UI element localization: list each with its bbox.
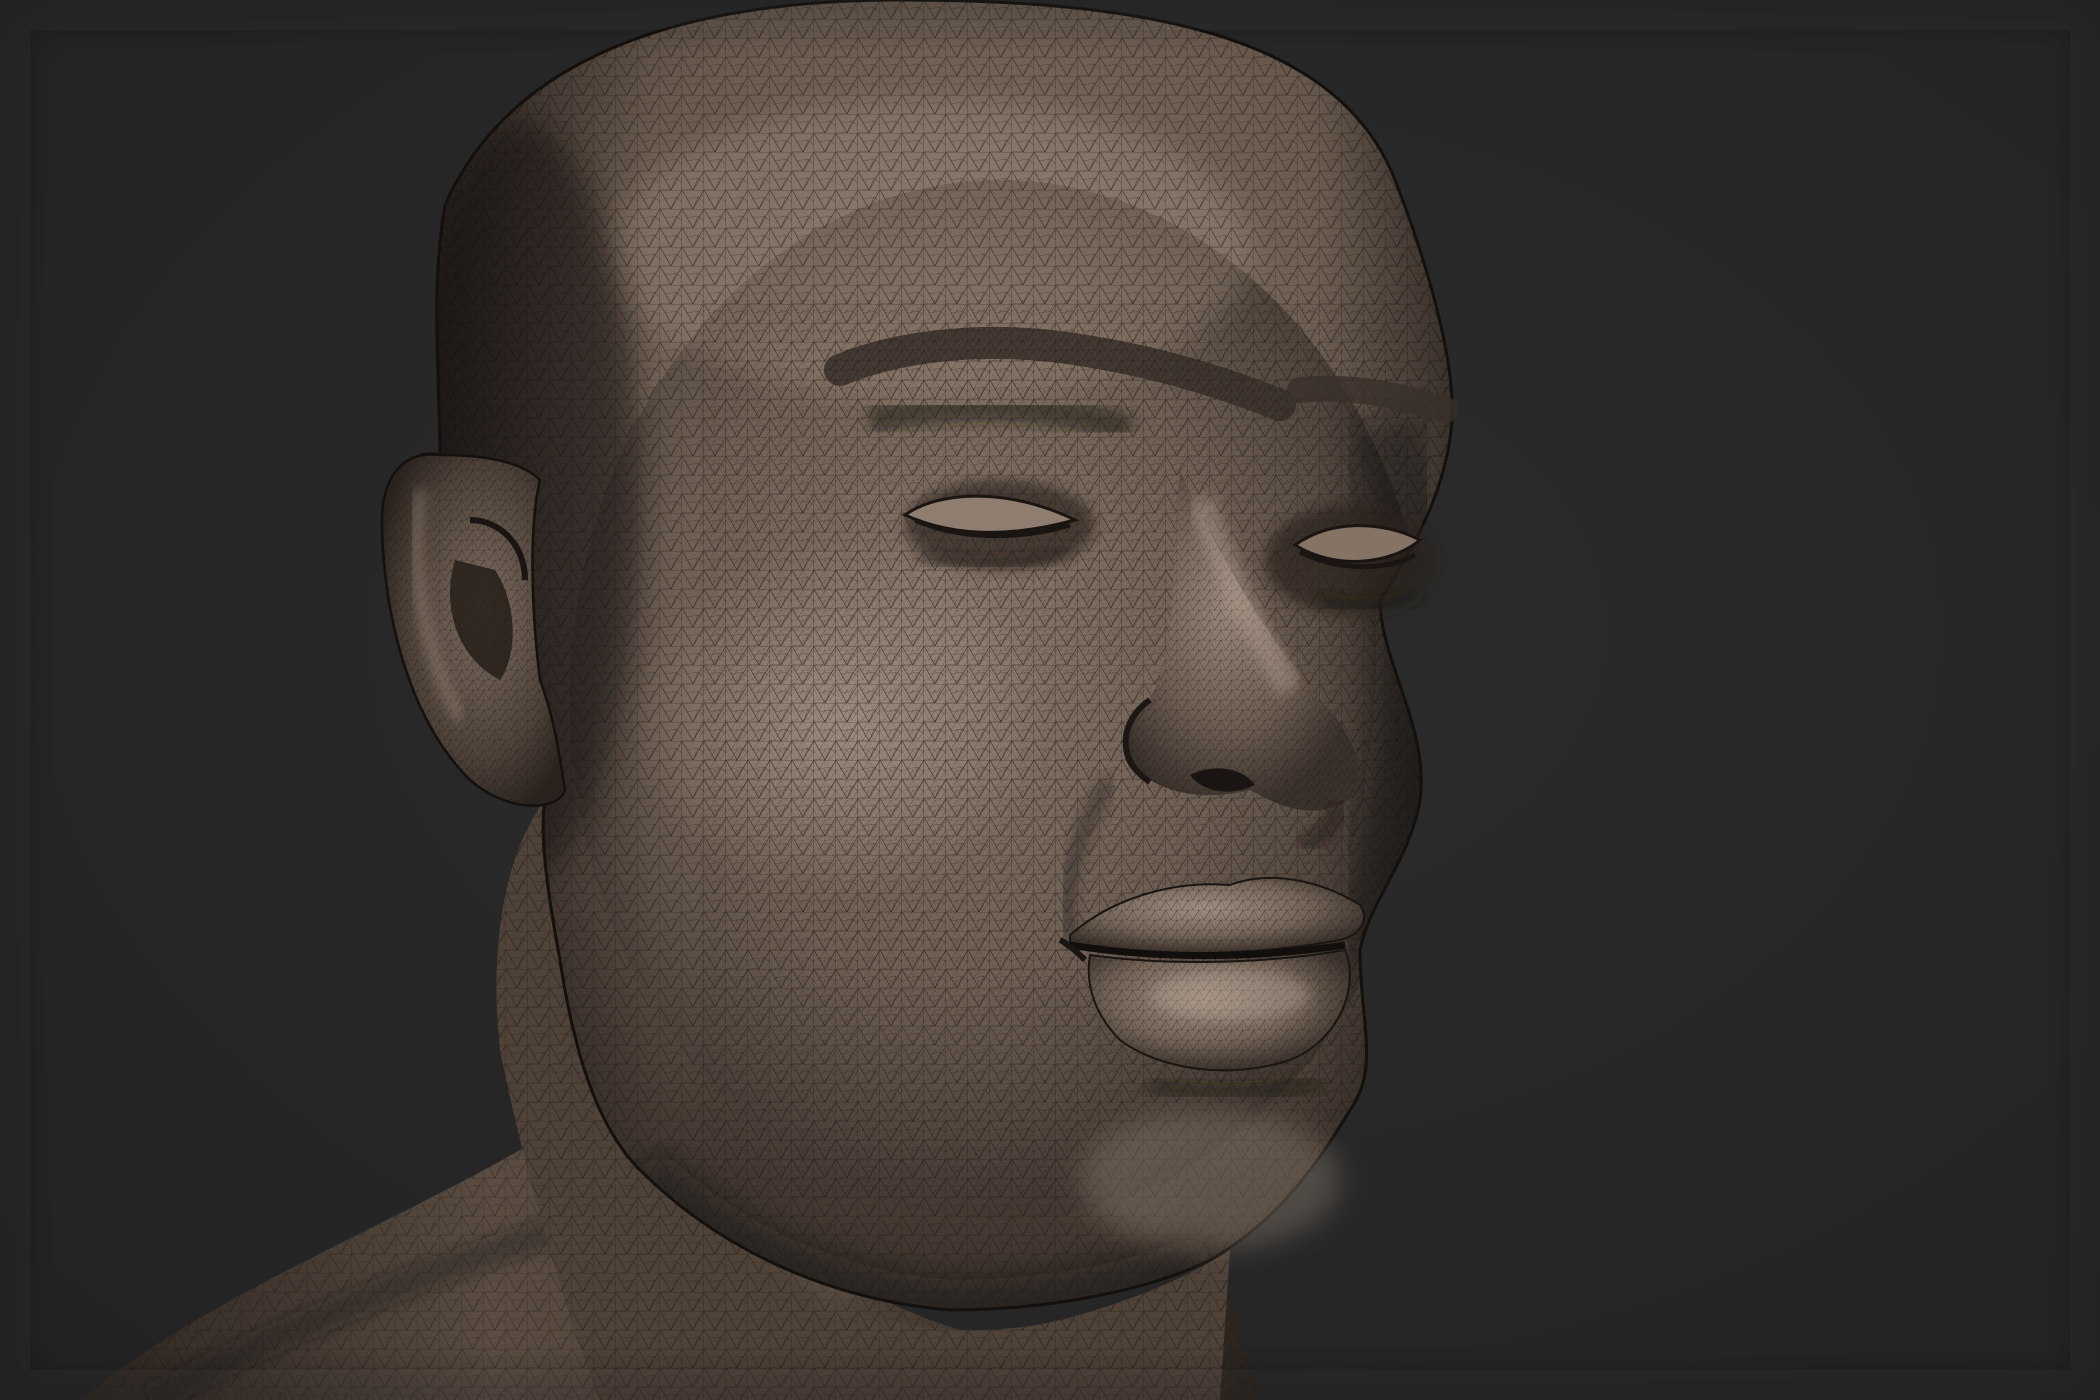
eye-left — [902, 480, 1095, 570]
viewport-canvas[interactable] — [0, 0, 2100, 1400]
chin-highlight — [1080, 1110, 1340, 1250]
head-sculpt-render — [0, 0, 2100, 1400]
eye-right — [1265, 505, 1435, 615]
